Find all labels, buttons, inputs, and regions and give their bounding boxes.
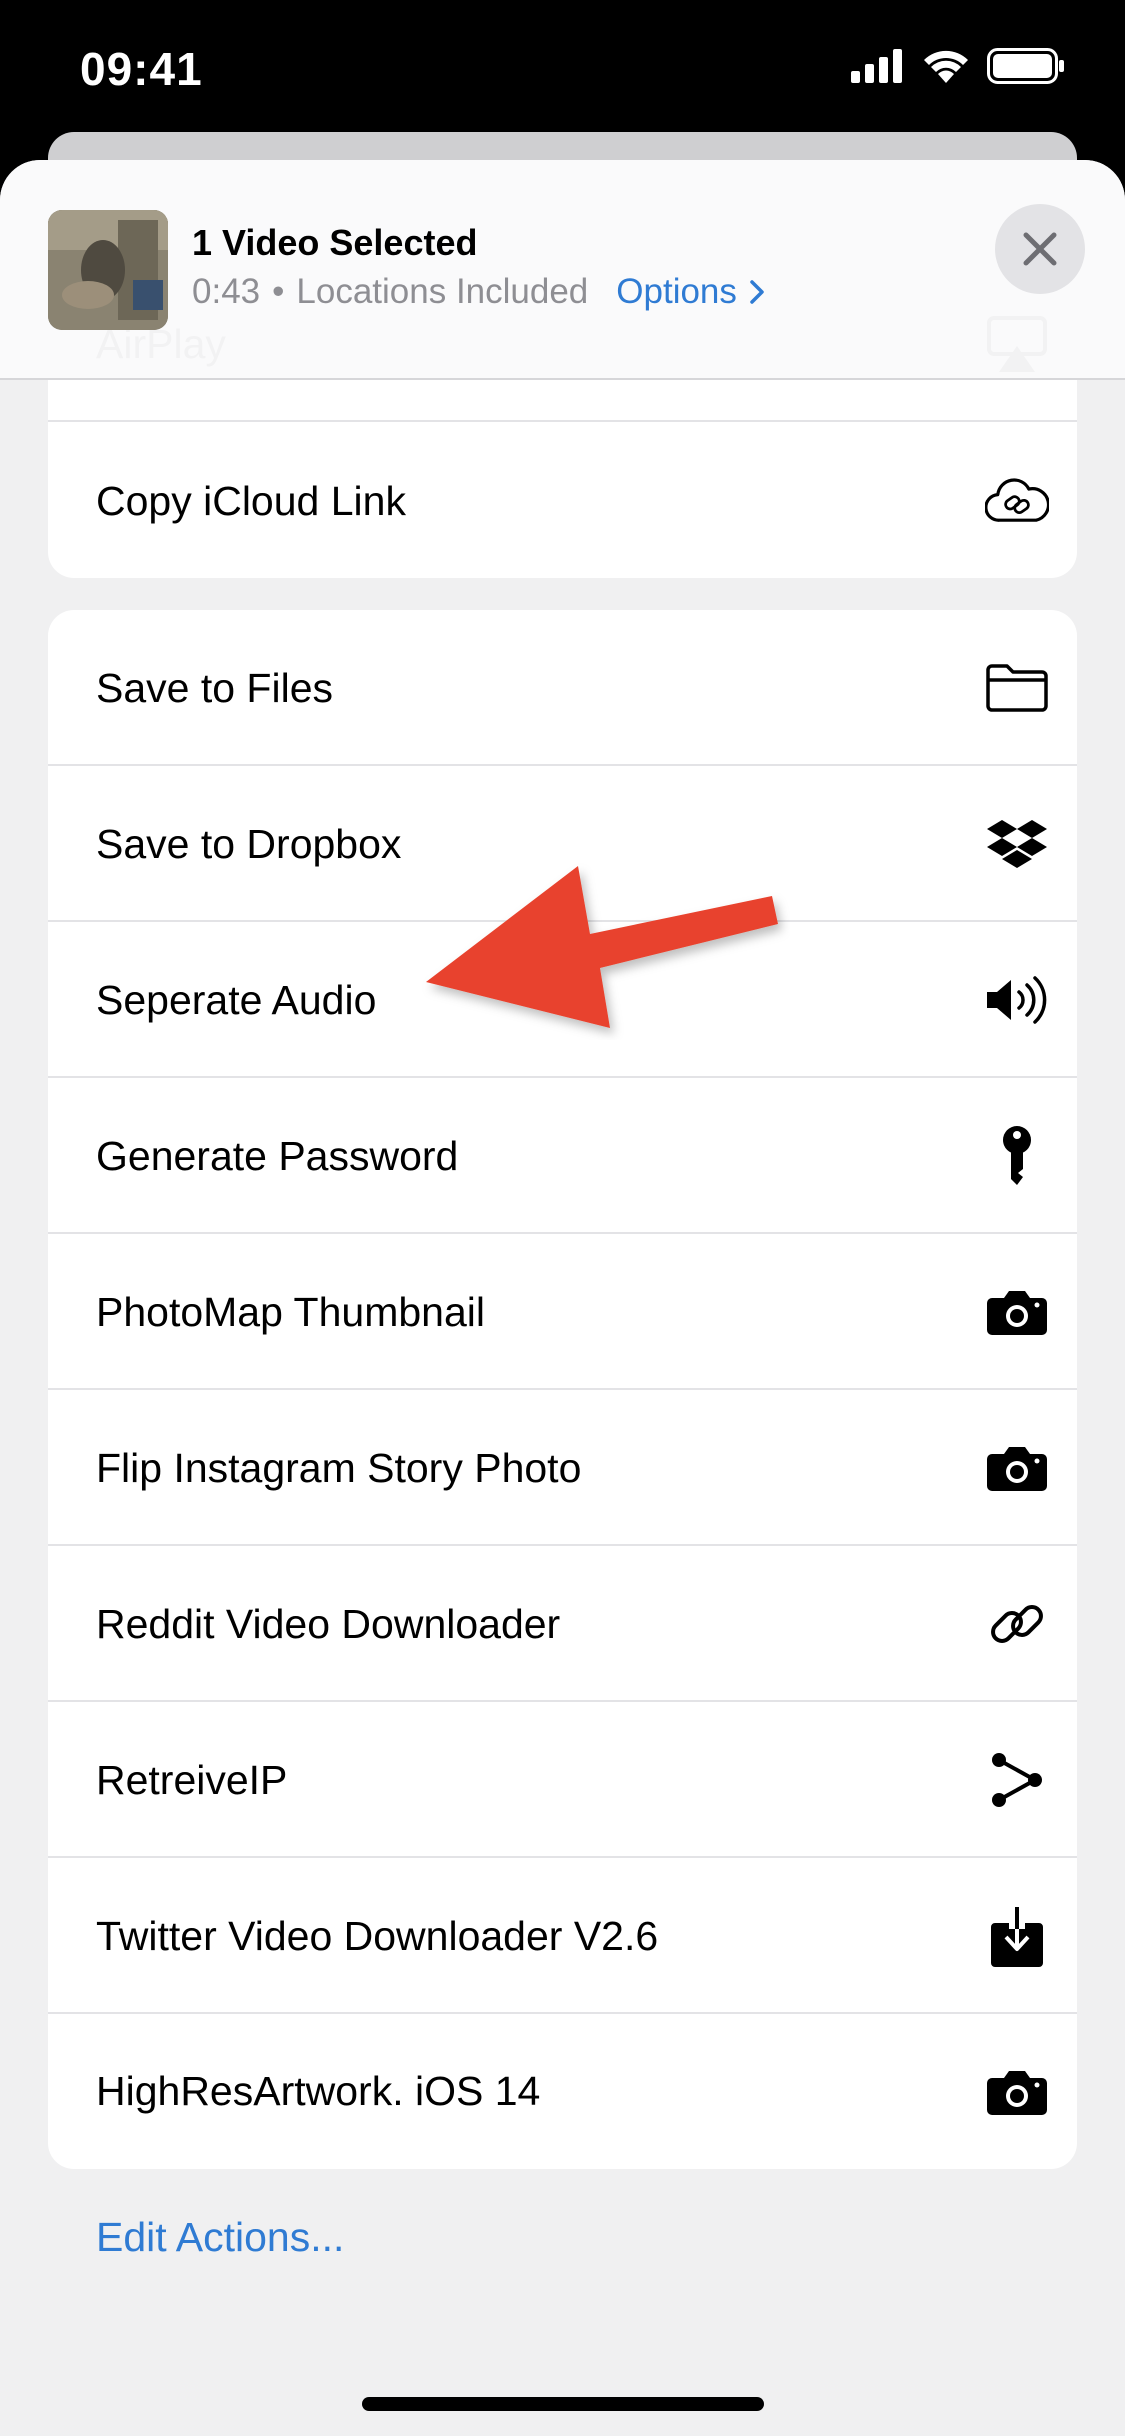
cellular-signal-icon [851, 49, 902, 83]
action-label: Twitter Video Downloader V2.6 [96, 1912, 659, 1959]
share-sheet-header: 1 Video Selected 0:43 • Locations Includ… [0, 160, 1125, 380]
action-row-photomap-thumbnail[interactable]: PhotoMap Thumbnail [48, 1234, 1077, 1390]
wifi-icon [924, 50, 968, 83]
speaker-icon [985, 968, 1049, 1032]
action-row-save-to-files[interactable]: Save to Files [48, 610, 1077, 766]
edit-actions-button[interactable]: Edit Actions... [96, 2214, 344, 2261]
battery-icon [987, 48, 1064, 84]
action-row-twitter-video-downloader[interactable]: Twitter Video Downloader V2.6 [48, 1858, 1077, 2014]
action-row-reddit-video-downloader[interactable]: Reddit Video Downloader [48, 1546, 1077, 1702]
action-label: Generate Password [96, 1132, 459, 1179]
status-time: 09:41 [80, 43, 203, 95]
action-label: Flip Instagram Story Photo [96, 1444, 582, 1491]
link-icon [985, 1592, 1049, 1656]
cloud-link-icon [985, 469, 1049, 533]
selection-details: 0:43 • Locations Included Options [192, 272, 765, 312]
options-label: Options [616, 272, 737, 311]
camera-icon [985, 1436, 1049, 1500]
action-label: PhotoMap Thumbnail [96, 1288, 485, 1335]
row-separator [48, 420, 1077, 422]
status-icons [851, 48, 1065, 84]
close-icon [1023, 232, 1057, 266]
annotation-arrow [426, 866, 778, 1028]
key-icon [985, 1124, 1049, 1188]
camera-icon [985, 2060, 1049, 2124]
action-row-flip-instagram-story-photo[interactable]: Flip Instagram Story Photo [48, 1390, 1077, 1546]
action-label: RetreiveIP [96, 1756, 288, 1803]
action-row-copy-icloud-link[interactable]: Copy iCloud Link [48, 424, 1077, 578]
close-button[interactable] [995, 204, 1085, 294]
dropbox-icon [985, 812, 1049, 876]
status-bar: 09:41 [0, 0, 1125, 130]
action-label: Save to Dropbox [96, 820, 402, 867]
action-label: Reddit Video Downloader [96, 1600, 561, 1647]
folder-icon [985, 656, 1049, 720]
video-thumbnail[interactable] [48, 210, 168, 330]
separator-dot: • [272, 272, 285, 311]
action-row-highresartwork[interactable]: HighResArtwork. iOS 14 [48, 2014, 1077, 2169]
action-label: HighResArtwork. iOS 14 [96, 2068, 541, 2114]
action-label: Copy iCloud Link [96, 477, 406, 524]
video-duration: 0:43 [192, 272, 261, 311]
download-tray-icon [985, 1904, 1049, 1968]
selection-title: 1 Video Selected [192, 222, 478, 263]
home-indicator[interactable] [362, 2397, 764, 2411]
options-link[interactable]: Options [616, 272, 765, 312]
location-status: Locations Included [296, 272, 589, 311]
shortcut-actions-card: Save to Files Save to Dropbox Seperate A… [48, 610, 1077, 2169]
chevron-right-icon [750, 280, 764, 304]
action-row-retreiveip[interactable]: RetreiveIP [48, 1702, 1077, 1858]
action-label: Seperate Audio [96, 976, 377, 1023]
action-row-generate-password[interactable]: Generate Password [48, 1078, 1077, 1234]
camera-icon [985, 1280, 1049, 1344]
share-nodes-icon [985, 1748, 1049, 1812]
action-label: Save to Files [96, 664, 333, 711]
